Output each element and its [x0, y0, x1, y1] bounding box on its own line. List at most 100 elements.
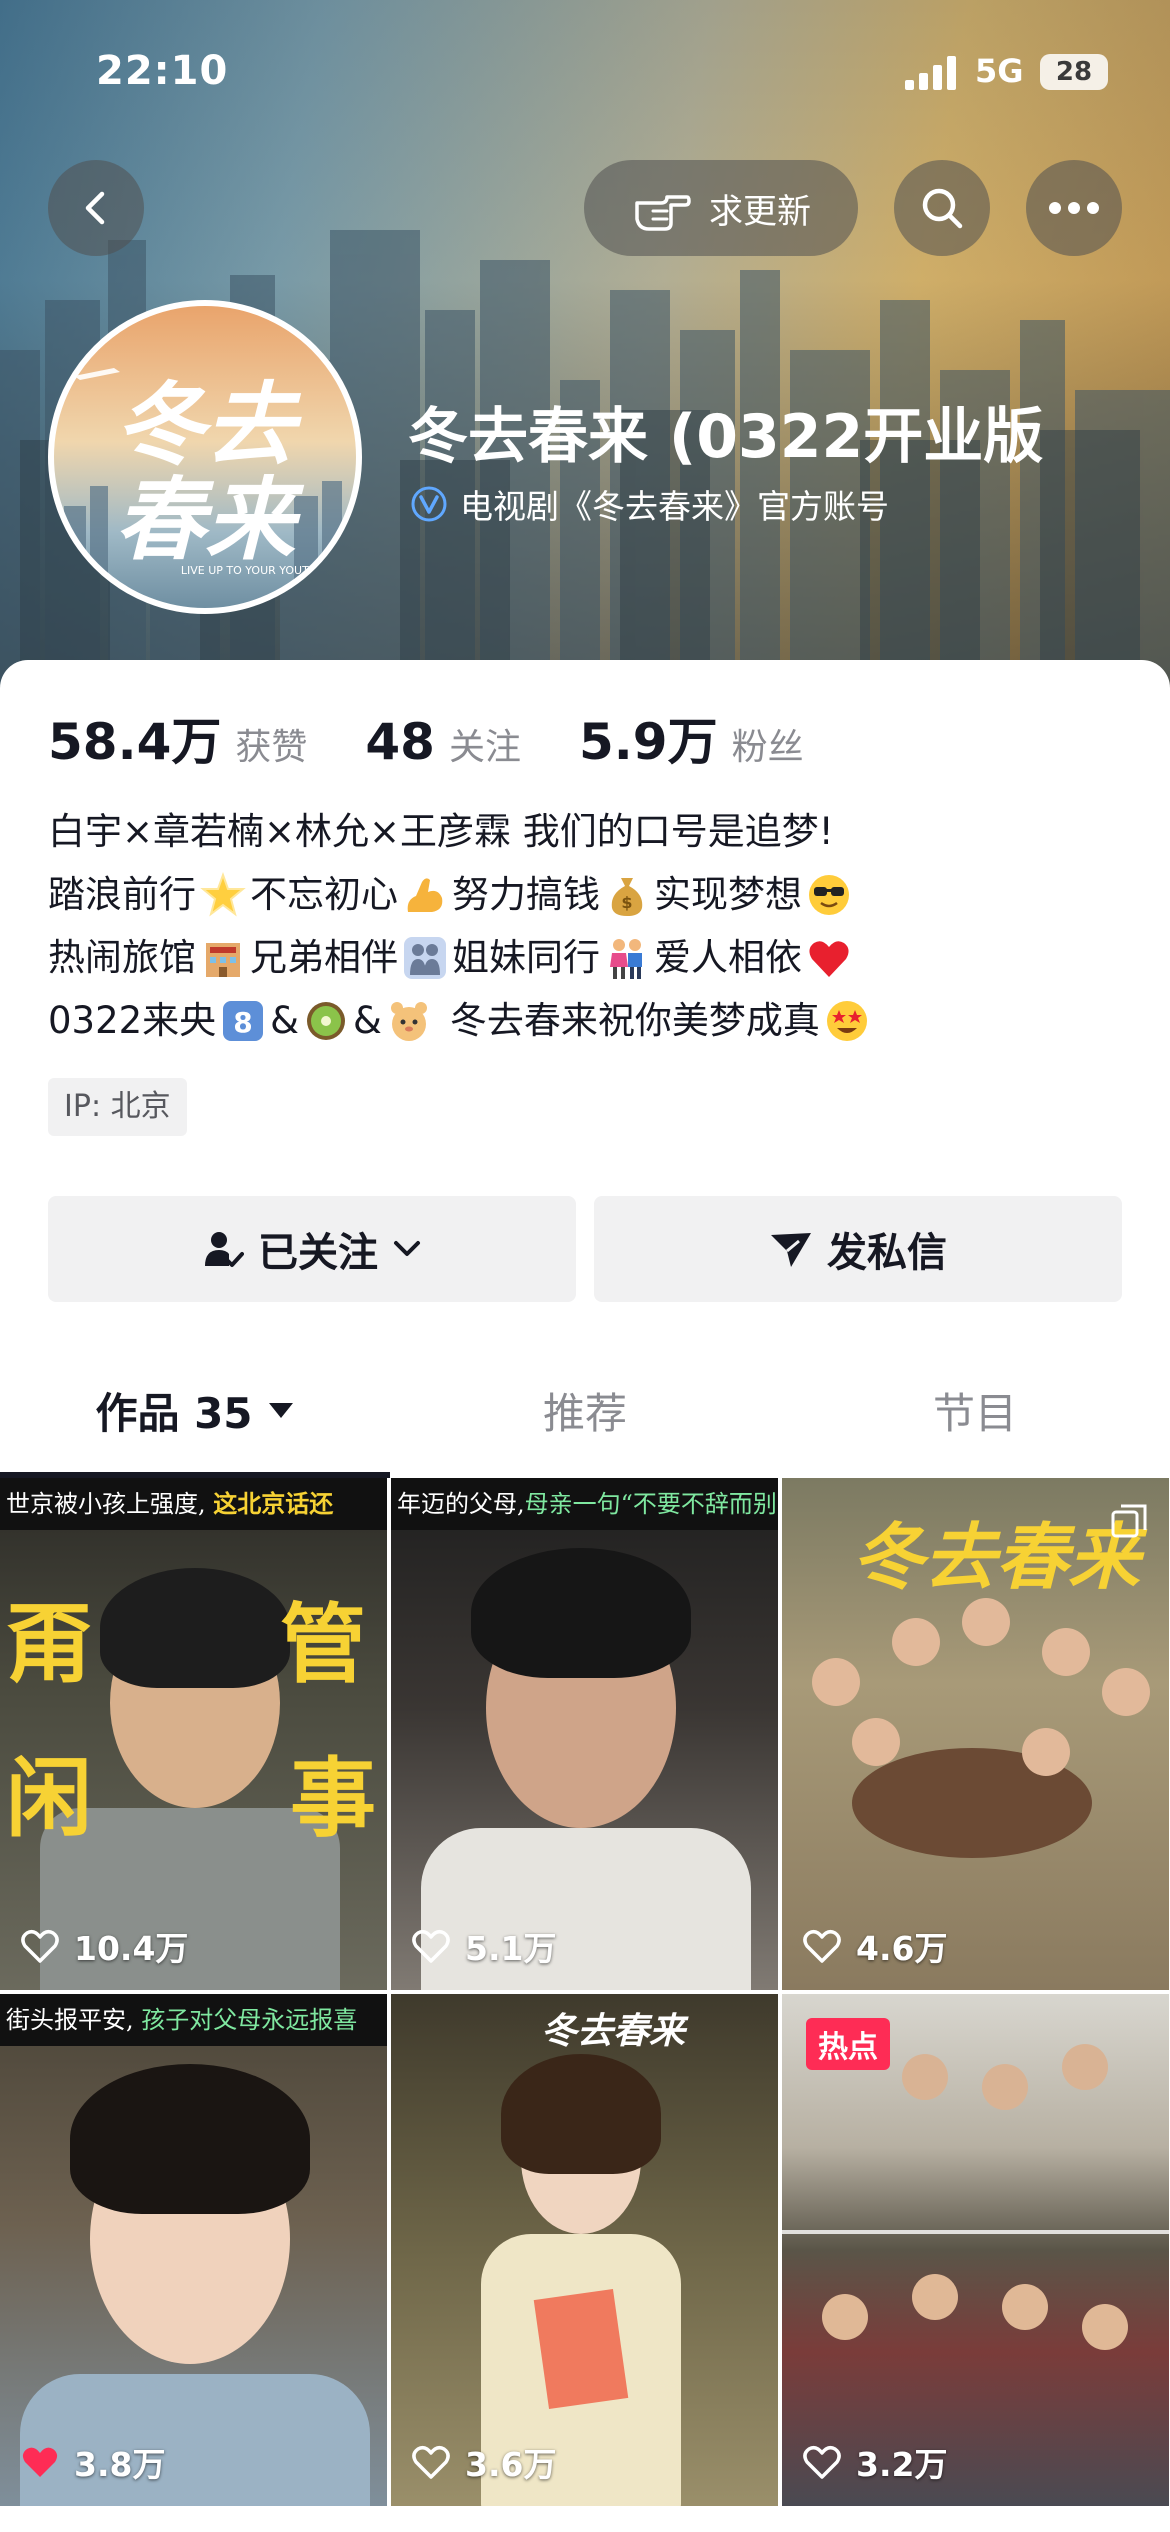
more-dots-icon	[1049, 202, 1099, 214]
poster-title: 冬去春来	[852, 1514, 1141, 1599]
red-folder-image	[533, 2288, 629, 2410]
caption-highlight: 这北京话还	[213, 1489, 334, 1518]
video-caption-banner: 街头报平安, 孩子对父母永远报喜	[0, 1994, 387, 2046]
bio-text: 兄弟相伴	[250, 936, 398, 979]
verification-text: 电视剧《冬去春来》官方账号	[460, 487, 889, 526]
bio-text: 冬去春来祝你美梦成真	[449, 999, 820, 1042]
video-caption-banner: 年迈的父母,母亲一句“不要不辞而别”	[391, 1478, 778, 1530]
video-tile[interactable]: 冬去春来 4.6万	[782, 1478, 1169, 1990]
avatar-title-line1: 冬去	[115, 372, 302, 478]
following-button[interactable]: 已关注	[48, 1196, 576, 1302]
stat-following-value: 48	[365, 713, 435, 771]
like-count-value: 5.1万	[465, 1929, 557, 1968]
heart-outline-icon	[412, 1929, 450, 1963]
paper-plane-icon	[771, 1233, 811, 1267]
video-tile[interactable]: 年迈的父母,母亲一句“不要不辞而别” 5.1万	[391, 1478, 778, 1990]
person-image	[1062, 2044, 1108, 2090]
tab-works-label: 作品 35	[95, 1388, 253, 1438]
avatar-title-line2: 春来	[115, 467, 305, 573]
bio-line-2: 踏浪前行 不忘初心 努力搞钱 $ 实现梦想	[48, 863, 1128, 926]
chevron-down-icon	[394, 1241, 420, 1256]
heart-outline-icon	[803, 1929, 841, 1963]
bio-line-1: 白宇×章若楠×林允×王彦霖 我们的口号是追梦!	[48, 810, 834, 853]
bio-text: 踏浪前行	[48, 873, 196, 916]
search-button[interactable]	[894, 160, 990, 256]
caret-down-icon	[268, 1403, 293, 1418]
stat-followers[interactable]: 5.9万 粉丝	[579, 702, 804, 774]
heart-filled-icon	[22, 2447, 58, 2477]
ip-location-tag: IP: 北京	[48, 1078, 187, 1136]
video-tile[interactable]: 冬去春来 3.6万	[391, 1994, 778, 2506]
keycap-eight-emoji-icon: 8	[223, 1000, 264, 1041]
avatar-subtitle: LIVE UP TO YOUR YOUTH	[181, 564, 317, 577]
like-count: 10.4万	[20, 1922, 188, 1970]
send-message-button[interactable]: 发私信	[594, 1196, 1122, 1302]
hair-image	[70, 2064, 310, 2214]
more-options-button[interactable]	[1026, 160, 1122, 256]
avatar-poster-image: 冬去 春来 LIVE UP TO YOUR YOUTH	[64, 368, 342, 606]
cellular-signal-icon	[905, 56, 956, 90]
person-image	[812, 1658, 860, 1706]
tab-recommend[interactable]: 推荐	[390, 1350, 780, 1470]
person-image	[982, 2064, 1028, 2110]
tab-works[interactable]: 作品 35	[0, 1350, 390, 1470]
svg-text:$: $	[621, 893, 632, 912]
bio-line-3: 热闹旅馆 兄弟相伴 姐妹同行 爱人相依	[48, 926, 1128, 989]
like-count-value: 10.4万	[74, 1929, 189, 1968]
heart-outline-icon	[21, 1929, 59, 1963]
hair-image	[471, 1548, 691, 1678]
like-count: 3.2万	[802, 2438, 947, 2486]
like-count-value: 3.2万	[856, 2445, 948, 2484]
content-tabs: 作品 35 推荐 节目	[0, 1350, 1170, 1470]
profile-bio: 白宇×章若楠×林允×王彦霖 我们的口号是追梦! 踏浪前行 不忘初心 努力搞钱 $…	[48, 800, 1128, 1052]
red-heart-emoji-icon	[809, 940, 849, 977]
status-time: 22:10	[96, 48, 229, 94]
person-image	[852, 1718, 900, 1766]
airplane-shape	[74, 368, 120, 380]
hamster-face-emoji-icon	[390, 1001, 427, 1041]
caption-highlight: 孩子对父母永远报喜	[141, 2006, 358, 2034]
request-update-button[interactable]: 求更新	[584, 160, 858, 256]
overlay-char: 事	[290, 1748, 376, 1849]
stat-followers-value: 5.9万	[579, 713, 718, 771]
like-count-value: 4.6万	[856, 1929, 948, 1968]
person-image	[1022, 1728, 1070, 1776]
person-image	[962, 1598, 1010, 1646]
person-image	[892, 1618, 940, 1666]
couple-emoji-icon	[610, 938, 642, 979]
profile-card: 58.4万 获赞 48 关注 5.9万 粉丝 白宇×章若楠×林允×王彦霖 我们的…	[0, 660, 1170, 2532]
flexed-biceps-emoji-icon	[407, 877, 443, 912]
hotel-emoji-icon	[206, 942, 240, 977]
like-count: 3.8万	[20, 2438, 165, 2486]
video-tile[interactable]: 热点 3.2万	[782, 1994, 1169, 2506]
bio-text: 爱人相依	[654, 936, 802, 979]
hair-image	[100, 1568, 290, 1688]
sunglasses-face-emoji-icon	[809, 874, 849, 915]
video-tile[interactable]: 街头报平安, 孩子对父母永远报喜 3.8万	[0, 1994, 387, 2506]
person-image	[822, 2294, 868, 2340]
caption-text: 年迈的父母,	[397, 1490, 525, 1518]
stat-likes[interactable]: 58.4万 获赞	[48, 702, 307, 774]
back-button[interactable]	[48, 160, 144, 256]
like-count: 5.1万	[411, 1922, 556, 1970]
svg-text:8: 8	[233, 1006, 252, 1039]
stat-following[interactable]: 48 关注	[365, 713, 521, 771]
glowing-star-emoji-icon	[200, 871, 246, 917]
request-update-label: 求更新	[709, 191, 811, 232]
bio-text: 热闹旅馆	[48, 936, 196, 979]
poster-title: 冬去春来	[541, 2010, 686, 2052]
profile-name: 冬去春来 (0322开业版	[408, 402, 1044, 472]
following-label: 已关注	[258, 1230, 378, 1276]
profile-stats: 58.4万 获赞 48 关注 5.9万 粉丝	[48, 702, 862, 774]
multi-image-icon	[1111, 1504, 1147, 1538]
heart-outline-icon	[412, 2445, 450, 2479]
avatar[interactable]: 冬去 春来 LIVE UP TO YOUR YOUTH	[48, 300, 362, 614]
battery-icon: 28	[1040, 54, 1108, 90]
person-image	[902, 2054, 948, 2100]
star-struck-face-emoji-icon	[826, 1000, 867, 1041]
person-image	[1082, 2304, 1128, 2350]
video-tile[interactable]: 世京被小孩上强度, 这北京话还 甭 管 闲 事 10.4万	[0, 1478, 387, 1990]
bio-text: 姐妹同行	[452, 936, 600, 979]
bio-text: &	[353, 999, 382, 1042]
tab-programs[interactable]: 节目	[780, 1350, 1170, 1470]
